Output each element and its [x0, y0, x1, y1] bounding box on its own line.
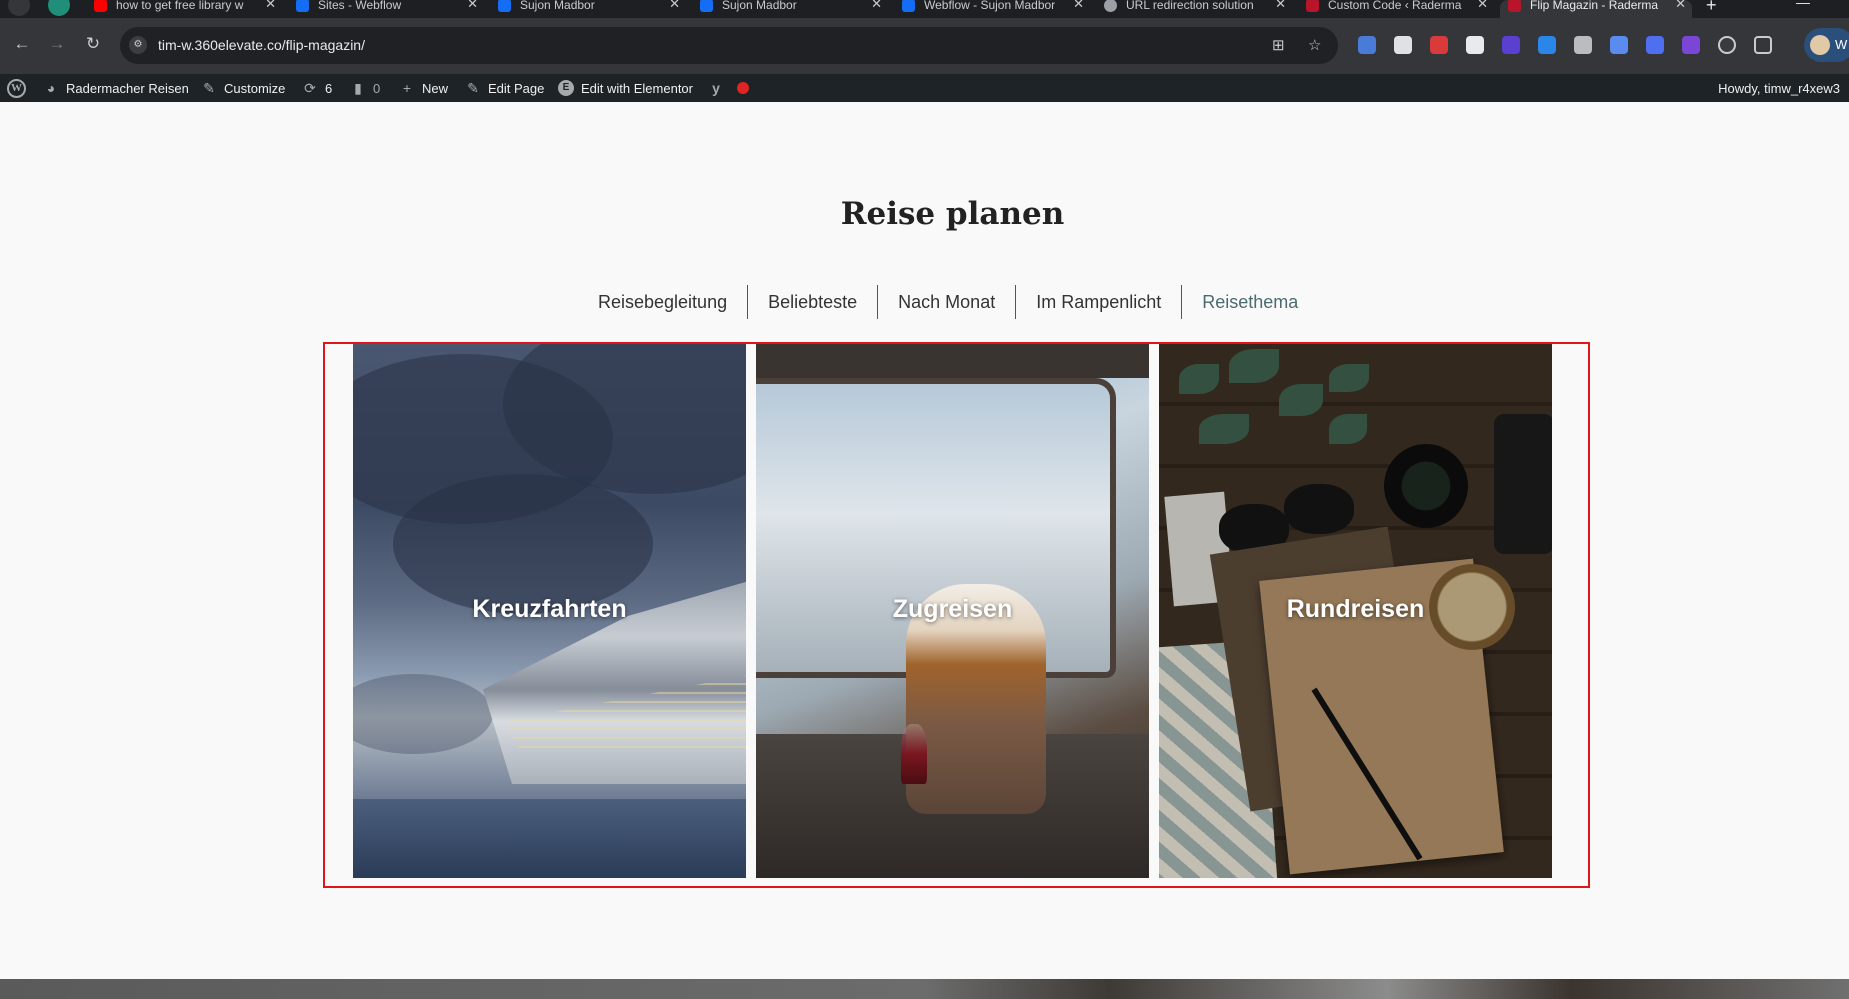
filter-tab-nach-monat[interactable]: Nach Monat [878, 285, 1017, 319]
new-tab-button[interactable]: + [1706, 0, 1717, 16]
close-tab-icon[interactable]: ✕ [1477, 0, 1488, 12]
close-tab-icon[interactable]: ✕ [1275, 0, 1286, 12]
dashboard-icon: ◕ [46, 80, 56, 96]
address-bar[interactable]: ⚙ tim-w.360elevate.co/flip-magazin/ ⊞ ☆ [120, 27, 1338, 64]
extension-badge-icon[interactable] [1502, 36, 1520, 54]
new-content-menu[interactable]: + New [399, 74, 448, 102]
filter-tabs: Reisebegleitung Beliebteste Nach Monat I… [582, 285, 1318, 319]
plus-icon: + [402, 80, 412, 96]
card-kreuzfahrten[interactable]: Kreuzfahrten [353, 344, 746, 878]
webflow-favicon-icon [700, 0, 713, 12]
brush-icon: ✎ [203, 80, 215, 96]
wordpress-icon: W [7, 78, 26, 98]
extension-link-icon[interactable] [1610, 36, 1628, 54]
site-favicon-icon [1306, 0, 1319, 12]
wp-admin-bar: W ◕ Radermacher Reisen ✎ Customize ⟳ 6 ▮… [0, 74, 1849, 102]
comment-icon: ▮ [354, 80, 362, 96]
extension-eyedropper-icon[interactable] [1466, 36, 1484, 54]
filter-tab-beliebteste[interactable]: Beliebteste [748, 285, 879, 319]
yoast-icon: y [712, 80, 720, 96]
cloud-shape [353, 674, 493, 754]
close-tab-icon[interactable]: ✕ [669, 0, 680, 12]
sea-image [353, 799, 746, 878]
updates-menu[interactable]: ⟳ 6 [302, 74, 332, 102]
customize-menu[interactable]: ✎ Customize [201, 74, 285, 102]
card-title: Kreuzfahrten [472, 595, 627, 623]
browser-tab[interactable]: Sites - Webflow ✕ [296, 0, 478, 18]
extension-circle-icon[interactable] [1718, 36, 1736, 54]
section-heading: Reise planen [840, 196, 1065, 232]
extension-clipboard-icon[interactable] [1394, 36, 1412, 54]
url-text[interactable]: tim-w.360elevate.co/flip-magazin/ [158, 37, 365, 53]
edit-with-elementor-link[interactable]: E Edit with Elementor [558, 74, 693, 102]
elementor-icon: E [558, 80, 574, 96]
extension-camera-icon[interactable] [1574, 36, 1592, 54]
close-tab-icon[interactable]: ✕ [265, 0, 276, 12]
browser-tab[interactable]: Custom Code ‹ Raderma ✕ [1306, 0, 1488, 18]
close-tab-icon[interactable]: ✕ [467, 0, 478, 12]
page-content: Reise planen Reisebegleitung Beliebteste… [0, 102, 1849, 979]
card-rundreisen[interactable]: Rundreisen [1159, 344, 1552, 878]
seo-status-indicator [737, 74, 749, 102]
yoast-seo-menu[interactable]: y [708, 74, 731, 102]
edit-page-link[interactable]: ✎ Edit Page [465, 74, 544, 102]
card-zugreisen[interactable]: Zugreisen [756, 344, 1149, 878]
browser-tab[interactable]: Sujon Madbor ✕ [498, 0, 680, 18]
status-dot-icon [737, 82, 749, 94]
extension-v-icon[interactable] [1682, 36, 1700, 54]
filter-tab-im-rampenlicht[interactable]: Im Rampenlicht [1016, 285, 1183, 319]
pencil-icon: ✎ [467, 80, 479, 96]
extensions-puzzle-icon[interactable] [1754, 36, 1772, 54]
close-tab-icon[interactable]: ✕ [871, 0, 882, 12]
filter-tab-reisethema[interactable]: Reisethema [1182, 285, 1318, 319]
youtube-favicon-icon [94, 0, 107, 12]
webflow-favicon-icon [902, 0, 915, 12]
browser-tab[interactable]: Sujon Madbor ✕ [700, 0, 882, 18]
webflow-favicon-icon [498, 0, 511, 12]
extension-download-icon[interactable] [1538, 36, 1556, 54]
gear-favicon-icon [1104, 0, 1117, 12]
site-info-icon[interactable]: ⚙ [129, 36, 147, 54]
card-title: Rundreisen [1286, 595, 1425, 623]
avatar [1810, 35, 1830, 55]
extension-docs-icon[interactable] [1358, 36, 1376, 54]
wine-glass-image [901, 724, 927, 784]
comments-menu[interactable]: ▮ 0 [350, 74, 380, 102]
filter-tab-reisebegleitung[interactable]: Reisebegleitung [582, 285, 749, 319]
profile-button[interactable]: W [1804, 28, 1849, 62]
minimize-window-icon[interactable]: — [1796, 0, 1810, 10]
webflow-favicon-icon [296, 0, 309, 12]
forward-arrow-icon[interactable]: → [46, 34, 68, 54]
reload-icon[interactable]: ↻ [82, 34, 104, 54]
close-tab-icon[interactable]: ✕ [1073, 0, 1084, 12]
extension-wave-icon[interactable] [1646, 36, 1664, 54]
translate-icon[interactable]: ⊞ [1272, 36, 1285, 54]
my-account-menu[interactable]: Howdy, timw_r4xew3 [1718, 74, 1840, 102]
card-title: Zugreisen [892, 595, 1013, 623]
bookmark-star-icon[interactable]: ☆ [1308, 36, 1321, 54]
browser-tab[interactable]: Webflow - Sujon Madbor ✕ [902, 0, 1084, 18]
tab-search-button[interactable] [8, 0, 30, 16]
next-section-preview [0, 979, 1849, 999]
browser-tab-active[interactable]: Flip Magazin - Raderma ✕ [1500, 0, 1692, 18]
site-favicon-icon [1508, 0, 1521, 12]
updates-icon: ⟳ [304, 80, 316, 96]
back-arrow-icon[interactable]: ← [11, 34, 33, 54]
cloud-shape [393, 474, 653, 614]
browser-toolbar: ← → ↻ ⚙ tim-w.360elevate.co/flip-magazin… [0, 18, 1849, 74]
browser-tab-strip: how to get free library w ✕ Sites - Webf… [0, 0, 1849, 18]
train-roof [756, 344, 1149, 378]
wp-logo-button[interactable]: W [7, 74, 26, 102]
close-tab-icon[interactable]: ✕ [1675, 0, 1686, 12]
site-name-menu[interactable]: ◕ Radermacher Reisen [43, 74, 189, 102]
tab-group-icon[interactable] [48, 0, 70, 16]
browser-tab[interactable]: how to get free library w ✕ [94, 0, 276, 18]
extension-pin-icon[interactable] [1430, 36, 1448, 54]
browser-tab[interactable]: URL redirection solution ✕ [1104, 0, 1286, 18]
